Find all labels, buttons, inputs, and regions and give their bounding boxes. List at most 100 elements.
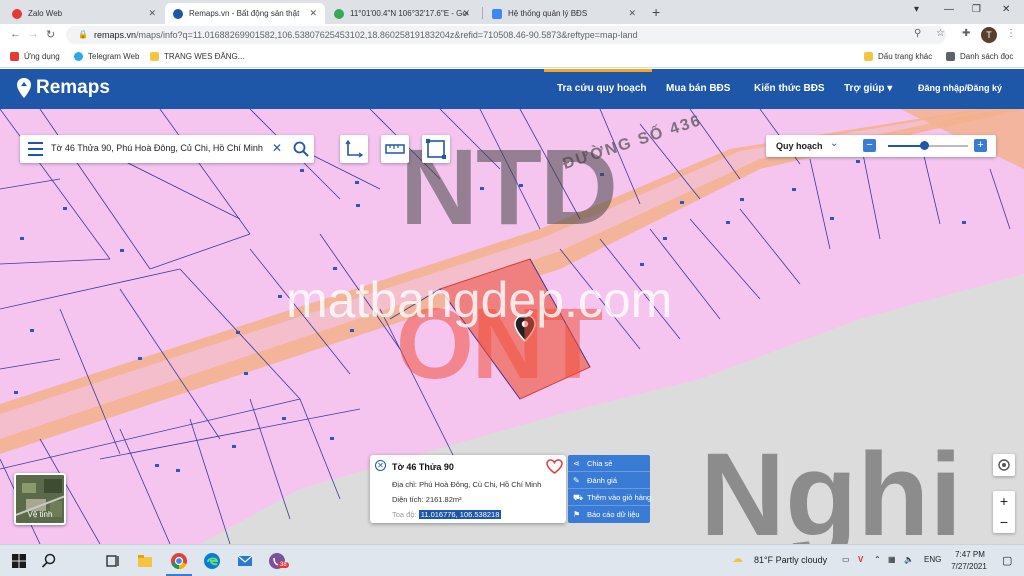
back-icon[interactable]: ←: [10, 28, 21, 40]
rate-button[interactable]: ✎ Đánh giá: [568, 472, 650, 489]
new-tab-button[interactable]: +: [652, 4, 660, 20]
notification-badge: 38: [278, 562, 289, 568]
layer-select[interactable]: Quy hoạch: [776, 141, 823, 151]
volume-icon[interactable]: 🔈: [904, 555, 914, 564]
clock-time[interactable]: 7:47 PM: [950, 550, 990, 559]
share-icon: ⋖: [573, 459, 580, 468]
file-explorer-icon[interactable]: [136, 552, 154, 570]
task-view-icon[interactable]: [104, 552, 122, 570]
close-icon[interactable]: ✕: [462, 8, 470, 19]
restore-button[interactable]: ❐: [972, 4, 981, 15]
location-icon[interactable]: ⚲: [914, 28, 921, 39]
clock-date[interactable]: 7/27/2021: [944, 562, 994, 571]
weather-text[interactable]: 81°F Partly cloudy: [754, 555, 827, 565]
action-label: Báo cáo dữ liệu: [587, 510, 640, 519]
my-location-button[interactable]: [993, 454, 1015, 476]
lock-icon: 🔒: [78, 30, 88, 39]
zoom-out-button[interactable]: −: [863, 139, 876, 152]
nav-help[interactable]: Trợ giúp ▾: [844, 83, 892, 94]
clear-icon[interactable]: ✕: [272, 141, 282, 155]
area-select-icon: [426, 139, 446, 159]
close-icon[interactable]: ✕: [375, 460, 386, 471]
network-icon[interactable]: ▦: [888, 555, 896, 564]
nav-login[interactable]: Đăng nhập/Đăng ký: [918, 83, 1002, 93]
close-window-button[interactable]: ✕: [1002, 4, 1010, 15]
map-canvas[interactable]: ĐƯỜNG SỐ 436 NTD ONT matbangdep.com Nghi…: [0, 109, 1024, 544]
satellite-label: Vệ tinh: [27, 510, 53, 519]
zoom-slider-handle[interactable]: [919, 141, 929, 150]
area-row: Diện tích: 2161.82m²: [392, 495, 462, 504]
bookmark-reading-list[interactable]: Danh sách đọc: [946, 52, 1013, 61]
coord-value[interactable]: 11.016776, 106.538218: [418, 510, 502, 519]
minimize-button[interactable]: —: [944, 4, 954, 15]
heart-icon[interactable]: [546, 459, 563, 474]
url-host: remaps.vn: [94, 30, 137, 40]
notifications-icon[interactable]: ▢: [1002, 554, 1012, 567]
measure-tool-button[interactable]: [381, 135, 409, 163]
area-tool-button[interactable]: [422, 135, 450, 163]
search-input[interactable]: Tờ 46 Thửa 90, Phú Hoà Đông, Củ Chi, Hồ …: [51, 143, 263, 153]
taskbar: 38 ☁ 81°F Partly cloudy ▭ V ⌃ ▦ 🔈 ENG 7:…: [0, 544, 1024, 576]
layer-panel: Quy hoạch ⌄ − +: [766, 135, 996, 157]
search-box[interactable]: Tờ 46 Thửa 90, Phú Hoà Đông, Củ Chi, Hồ …: [20, 135, 314, 163]
axis-tool-button[interactable]: [340, 135, 368, 163]
flag-icon: ⚑: [573, 510, 581, 519]
tab-title: 11°01'00.4"N 106°32'17.6"E - Goo: [350, 9, 468, 18]
url-path: /maps/info?q=11.01688269901582,106.53807…: [136, 30, 638, 40]
parcel-actions-menu: ⋖ Chia sẻ ✎ Đánh giá ⛟ Thêm vào giỏ hàng…: [568, 455, 651, 523]
bookmark-label: TRANG WES ĐĂNG...: [164, 52, 245, 61]
address-value: Phú Hoà Đông, Củ Chi, Hồ Chí Minh: [419, 480, 542, 489]
add-to-cart-button[interactable]: ⛟ Thêm vào giỏ hàng: [568, 489, 651, 506]
close-icon[interactable]: ✕: [148, 8, 156, 19]
more-menu-icon[interactable]: ⋮: [1006, 28, 1016, 39]
star-icon[interactable]: ☆: [936, 28, 945, 39]
parcel-info-popup: ✕ Tờ 46 Thửa 90 Địa chỉ: Phú Hoà Đông, C…: [370, 455, 566, 523]
language-indicator[interactable]: ENG: [924, 555, 941, 564]
reload-icon[interactable]: ↻: [46, 28, 55, 41]
tray-expand-icon[interactable]: ⌃: [874, 555, 881, 564]
bookmark-apps[interactable]: Ứng dụng: [10, 52, 60, 61]
antivirus-icon[interactable]: V: [858, 555, 863, 564]
url-input[interactable]: 🔒 remaps.vn/maps/info?q=11.0168826990158…: [66, 26, 946, 44]
menu-icon[interactable]: [28, 142, 43, 156]
close-icon[interactable]: ✕: [309, 8, 317, 19]
tab-google-maps[interactable]: 11°01'00.4"N 106°32'17.6"E - Goo ✕: [326, 3, 478, 24]
browser-tab-bar: Zalo Web ✕ Remaps.vn - Bất động sản thật…: [0, 0, 1024, 24]
active-nav-indicator: [544, 69, 652, 72]
zoom-in-button[interactable]: +: [993, 491, 1015, 512]
edge-icon[interactable]: [203, 552, 221, 570]
tab-bds-system[interactable]: Hệ thống quản lý BĐS ✕: [484, 3, 644, 24]
ruler-icon: [385, 144, 405, 154]
reading-list-icon: [946, 52, 955, 61]
bookmark-other[interactable]: Dấu trang khác: [864, 52, 932, 61]
bookmark-folder[interactable]: TRANG WES ĐĂNG...: [150, 52, 244, 61]
zoom-out-button[interactable]: −: [993, 512, 1015, 533]
zoom-in-button[interactable]: +: [974, 139, 987, 152]
extensions-icon[interactable]: ✚: [962, 28, 970, 39]
close-icon[interactable]: ✕: [628, 8, 636, 19]
chevron-down-icon[interactable]: ⌄: [830, 138, 838, 149]
bookmark-telegram[interactable]: Telegram Web: [74, 52, 139, 61]
satellite-toggle[interactable]: Vệ tinh: [14, 473, 66, 525]
tab-zalo[interactable]: Zalo Web ✕: [4, 3, 164, 24]
search-icon[interactable]: [40, 552, 58, 570]
bookmarks-bar: Ứng dụng Telegram Web TRANG WES ĐĂNG... …: [0, 46, 1024, 68]
tab-search-icon[interactable]: ▾: [914, 4, 919, 15]
share-button[interactable]: ⋖ Chia sẻ: [568, 455, 650, 472]
search-icon[interactable]: [292, 140, 310, 158]
weather-icon: ☁: [732, 553, 743, 565]
report-data-button[interactable]: ⚑ Báo cáo dữ liệu: [568, 506, 650, 523]
windows-start-icon[interactable]: [10, 552, 28, 570]
vpn-icon[interactable]: ▭: [842, 555, 850, 564]
tab-remaps[interactable]: Remaps.vn - Bất động sản thật ✕: [165, 3, 325, 24]
nav-buy-sell[interactable]: Mua bán BĐS: [666, 83, 730, 94]
nav-knowledge[interactable]: Kiến thức BĐS: [754, 83, 825, 94]
chrome-icon[interactable]: [170, 552, 188, 570]
cart-icon: ⛟: [573, 493, 584, 502]
site-logo[interactable]: Remaps: [16, 77, 110, 99]
avatar[interactable]: T: [981, 27, 997, 43]
forward-icon[interactable]: →: [28, 28, 39, 40]
mail-icon[interactable]: [236, 552, 254, 570]
site-header: Remaps Tra cứu quy hoạch Mua bán BĐS Kiế…: [0, 69, 1024, 109]
nav-planning-lookup[interactable]: Tra cứu quy hoạch: [557, 83, 646, 94]
